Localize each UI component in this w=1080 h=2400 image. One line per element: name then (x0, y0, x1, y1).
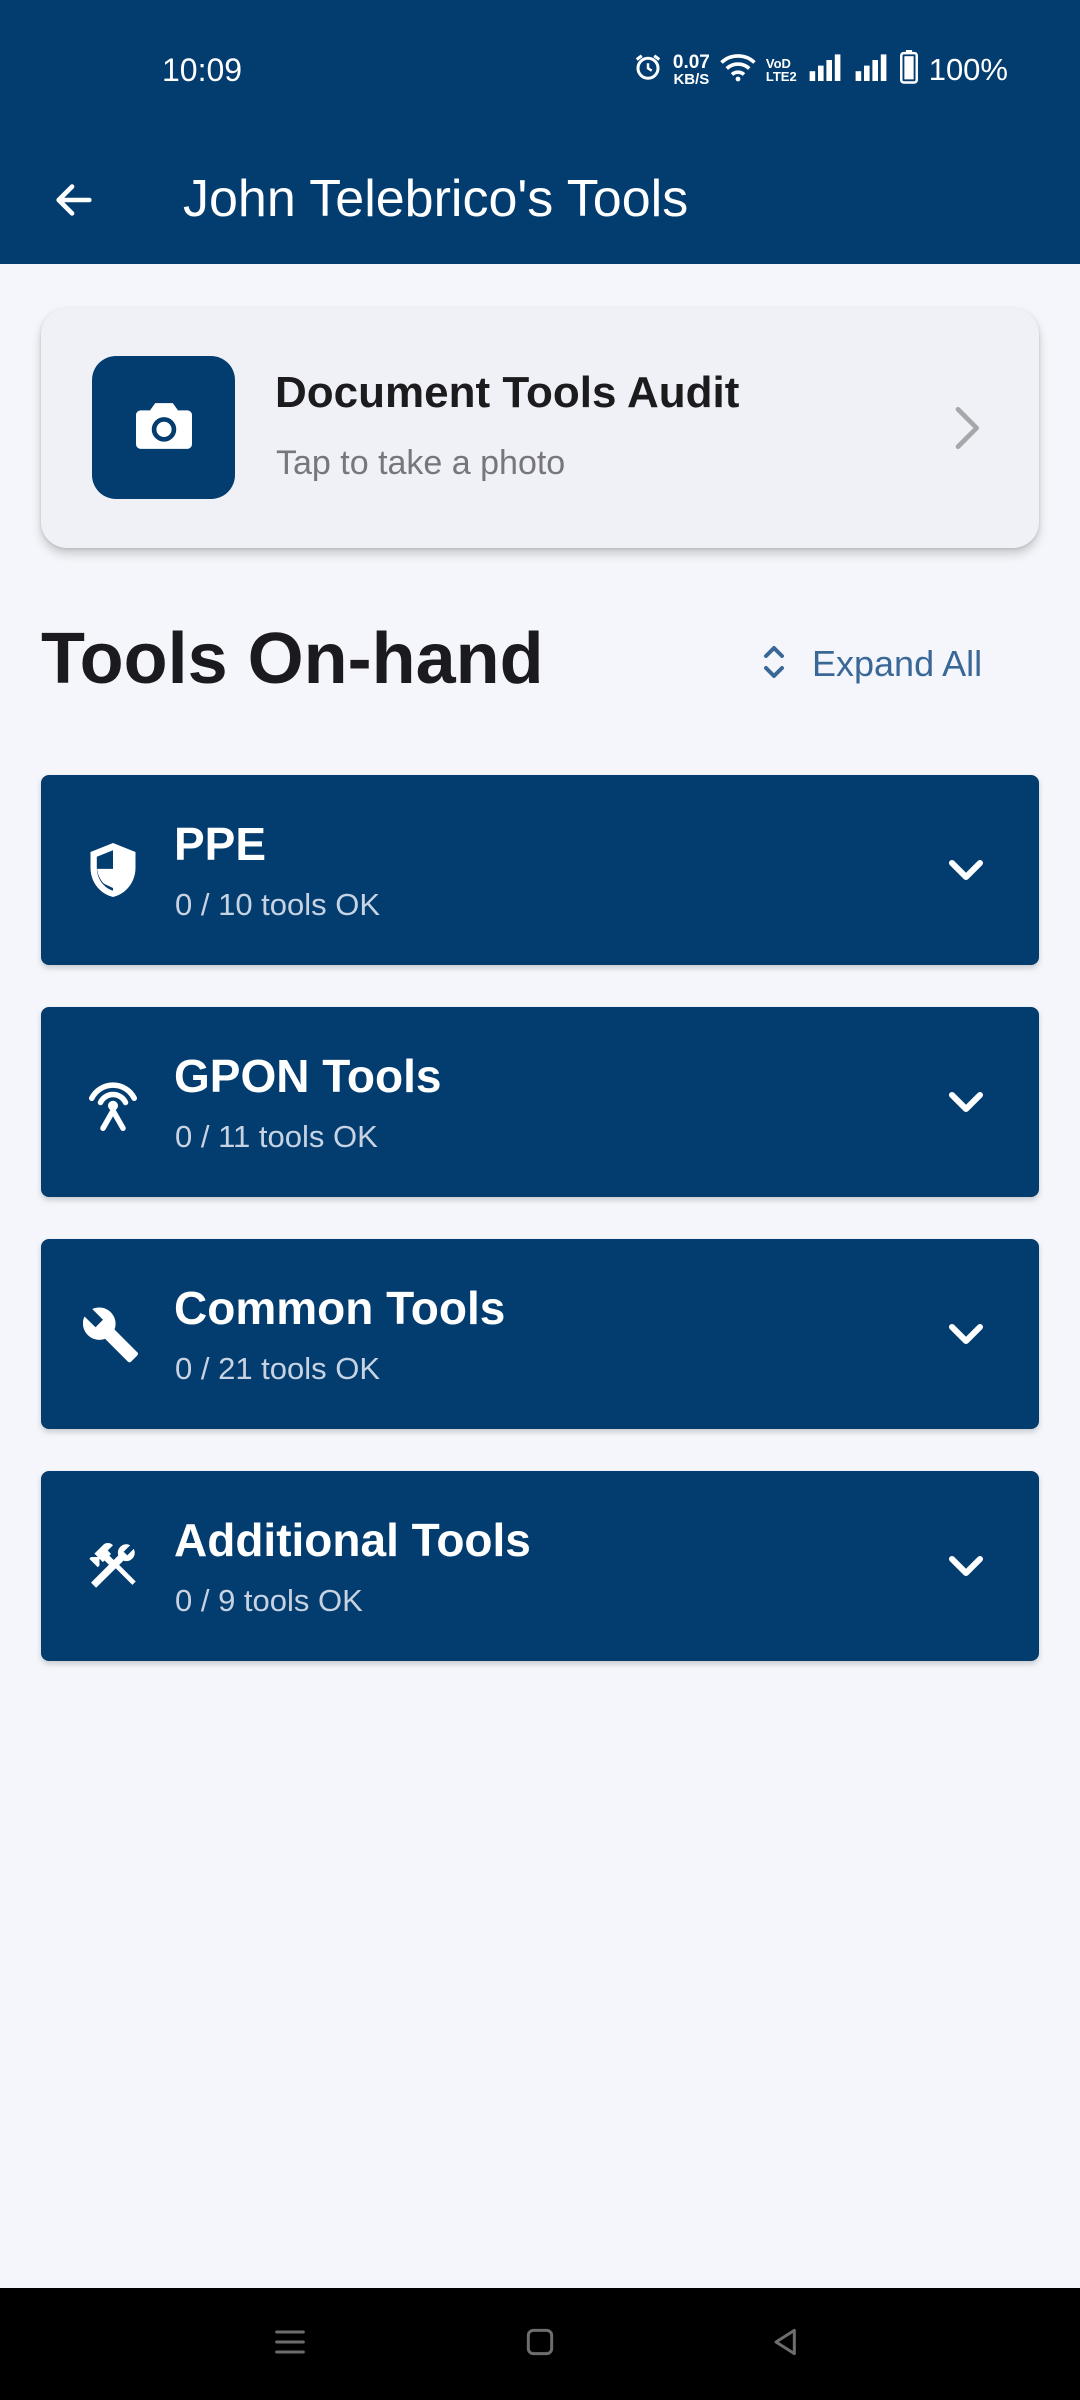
page-title: John Telebrico's Tools (183, 170, 689, 228)
shield-icon (81, 838, 145, 902)
chevron-down-icon (938, 1306, 994, 1362)
camera-icon (129, 390, 199, 465)
network-speed-value: 0.07 (672, 51, 710, 73)
menu-icon (270, 2322, 310, 2367)
category-title: Additional Tools (174, 1514, 531, 1566)
signal-icon (807, 53, 843, 86)
battery-percent: 100% (928, 51, 1008, 87)
home-button[interactable] (512, 2316, 568, 2372)
network-speed: 0.07 KB/S (673, 53, 710, 87)
recents-button[interactable] (262, 2316, 318, 2372)
category-additional-tools[interactable]: Additional Tools 0 / 9 tools OK (41, 1471, 1039, 1661)
category-title: PPE (174, 818, 267, 870)
antenna-icon (81, 1070, 145, 1134)
category-title: GPON Tools (174, 1050, 442, 1102)
navigation-bar (0, 2288, 1080, 2400)
alarm-icon (633, 52, 663, 87)
audit-subtitle: Tap to take a photo (276, 444, 566, 482)
network-speed-unit: KB/S (673, 70, 710, 88)
category-count: 0 / 9 tools OK (175, 1583, 363, 1618)
square-icon (520, 2322, 560, 2367)
category-gpon-tools[interactable]: GPON Tools 0 / 11 tools OK (41, 1007, 1039, 1197)
volte-indicator: VoD LTE2 (766, 57, 797, 83)
status-time: 10:09 (162, 52, 243, 88)
wrench-icon (81, 1302, 145, 1366)
category-common-tools[interactable]: Common Tools 0 / 21 tools OK (41, 1239, 1039, 1429)
chevron-down-icon (938, 842, 994, 898)
volte-top: VoD (765, 55, 791, 71)
category-count: 0 / 21 tools OK (175, 1351, 381, 1386)
triangle-back-icon (766, 2322, 806, 2367)
tools-icon (81, 1534, 145, 1598)
category-title: Common Tools (174, 1282, 506, 1334)
expand-all-label: Expand All (812, 643, 983, 684)
app-bar: John Telebrico's Tools (0, 140, 1080, 264)
chevron-down-icon (938, 1538, 994, 1594)
back-nav-button[interactable] (758, 2316, 814, 2372)
camera-icon-box (92, 356, 235, 499)
category-count: 0 / 11 tools OK (175, 1119, 378, 1154)
category-count: 0 / 10 tools OK (175, 887, 381, 922)
section-title: Tools On-hand (41, 619, 544, 699)
signal-icon (853, 53, 889, 86)
status-icons: 0.07 KB/S VoD LTE2 100% (633, 50, 1008, 89)
unfold-icon (762, 640, 786, 689)
chevron-down-icon (938, 1074, 994, 1130)
category-ppe[interactable]: PPE 0 / 10 tools OK (41, 775, 1039, 965)
audit-title: Document Tools Audit (275, 368, 740, 417)
back-button[interactable] (42, 170, 106, 234)
battery-icon (899, 50, 919, 89)
status-bar: 10:09 0.07 KB/S VoD LTE2 100% (0, 0, 1080, 140)
wifi-icon (720, 52, 756, 87)
document-audit-card[interactable]: Document Tools Audit Tap to take a photo (41, 308, 1039, 548)
expand-all-button[interactable]: Expand All (762, 636, 982, 692)
arrow-left-icon (51, 177, 97, 228)
volte-bottom: LTE2 (765, 68, 797, 84)
chevron-right-icon (937, 400, 993, 456)
